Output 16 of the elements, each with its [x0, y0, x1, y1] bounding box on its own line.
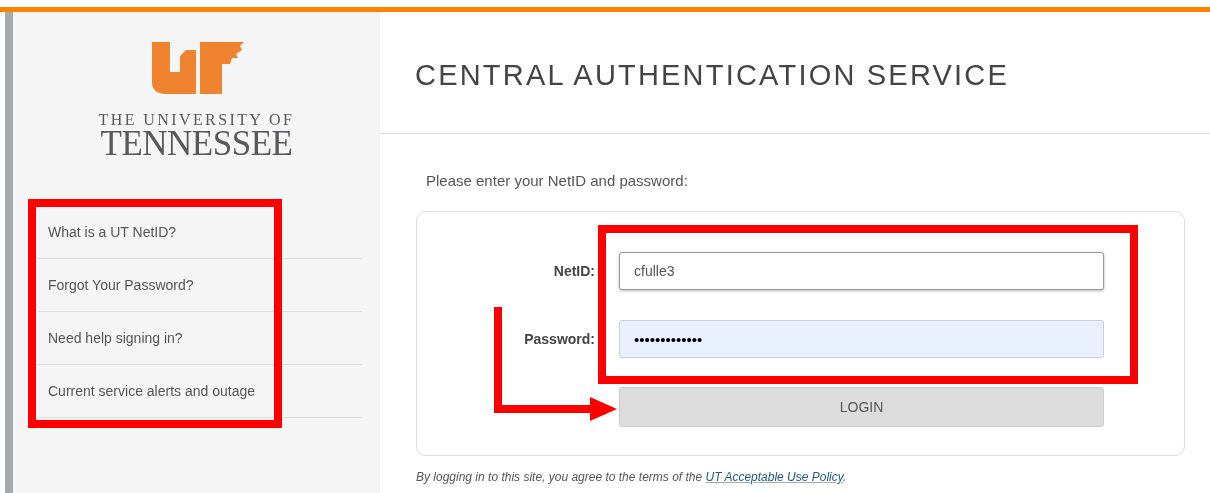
field-label: Password:: [523, 331, 595, 347]
help-link[interactable]: What is a UT NetID?: [38, 206, 362, 259]
logo-text: THE UNIVERSITY OF: [98, 112, 295, 128]
logo-text: TENNESSEE: [100, 128, 293, 160]
instruction-text: Please enter your NetID and password:: [426, 172, 689, 190]
password-field[interactable]: •••••••••••••: [619, 320, 1104, 358]
policy-link[interactable]: UT Acceptable Use Policy: [705, 470, 843, 484]
logo-mark-icon: [151, 42, 244, 94]
help-link[interactable]: Forgot Your Password?: [38, 259, 362, 312]
terms-text: By logging in to this site, you agree to the terms of the UT Acceptable Use Policy.: [416, 470, 848, 484]
page-title: CENTRAL AUTHENTICATION SERVICE: [414, 58, 1010, 92]
field-label: NetID:: [552, 263, 595, 279]
login-button[interactable]: LOGIN: [619, 387, 1104, 427]
help-link[interactable]: Current service alerts and outage: [38, 365, 362, 418]
help-link[interactable]: Need help signing in?: [38, 312, 362, 365]
netid-field[interactable]: cfulle3: [619, 252, 1104, 290]
